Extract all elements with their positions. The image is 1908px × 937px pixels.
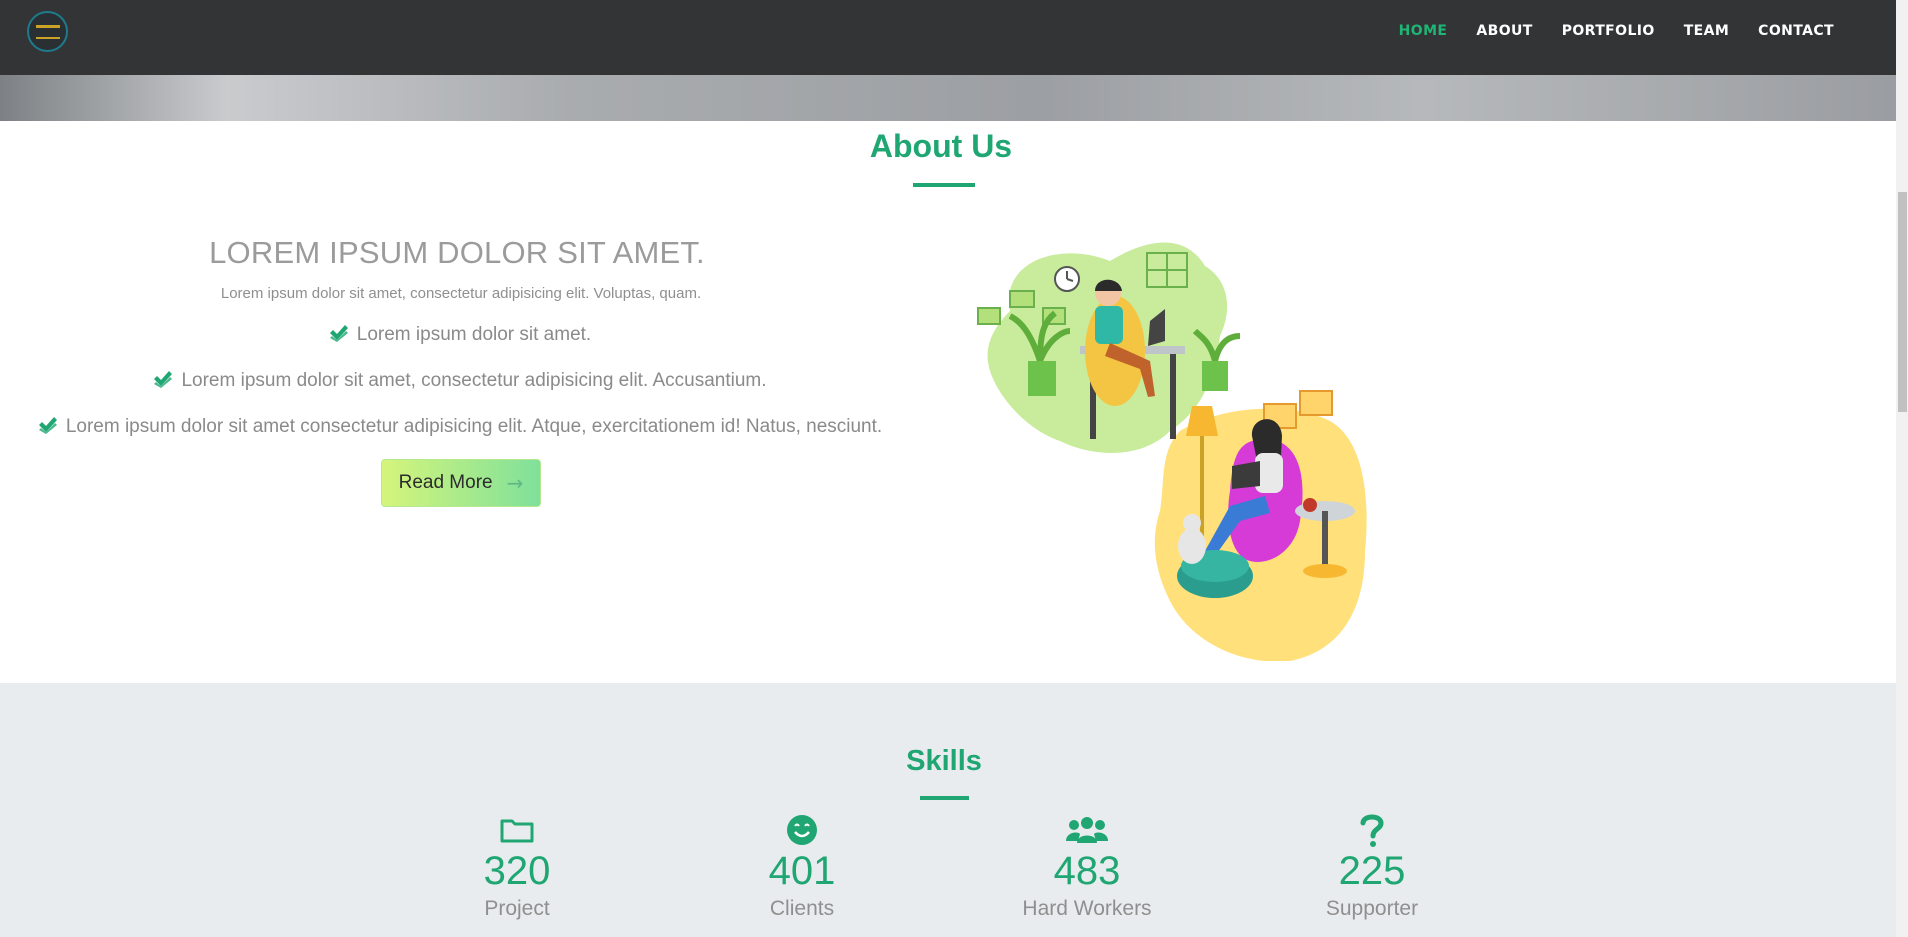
- check-list-item: Lorem ipsum dolor sit amet.: [0, 324, 920, 348]
- nav-link-contact[interactable]: CONTACT: [1758, 23, 1834, 39]
- stat-hard-workers: 483 Hard Workers: [987, 813, 1187, 921]
- check-icon: [38, 416, 58, 440]
- stat-label: Project: [484, 897, 550, 920]
- stat-label: Clients: [769, 897, 835, 920]
- stat-value: 320: [483, 849, 551, 893]
- stat-value: 225: [1338, 849, 1406, 893]
- skills-title-underline: [920, 796, 969, 800]
- check-list-item: Lorem ipsum dolor sit amet, consectetur …: [0, 370, 920, 394]
- skills-section: Skills 320 Project 401 Clients 483 Hard …: [0, 683, 1896, 937]
- check-text: Lorem ipsum dolor sit amet, consectetur …: [181, 370, 767, 391]
- nav-links: HOME ABOUT PORTFOLIO TEAM CONTACT: [1370, 0, 1834, 61]
- stat-label: Hard Workers: [1022, 897, 1152, 920]
- nav-link-portfolio[interactable]: PORTFOLIO: [1562, 23, 1655, 39]
- about-subline: Lorem ipsum dolor sit amet, consectetur …: [220, 285, 702, 302]
- nav-link-team[interactable]: TEAM: [1684, 23, 1729, 39]
- scrollbar-thumb[interactable]: [1898, 192, 1907, 412]
- brand-logo-icon[interactable]: [27, 11, 68, 52]
- about-headline: LOREM IPSUM DOLOR SIT AMET.: [209, 235, 705, 270]
- about-title-underline: [913, 183, 975, 187]
- nav-link-about[interactable]: ABOUT: [1476, 23, 1532, 39]
- skills-title: Skills: [906, 745, 982, 777]
- check-text: Lorem ipsum dolor sit amet.: [356, 324, 592, 345]
- stat-project: 320 Project: [417, 813, 617, 921]
- arrow-right-icon: →: [506, 471, 524, 495]
- read-more-label: Read More: [398, 472, 493, 493]
- check-icon: [329, 324, 349, 348]
- read-more-button[interactable]: Read More →: [381, 459, 541, 507]
- check-list-item: Lorem ipsum dolor sit amet consectetur a…: [0, 416, 920, 440]
- folder-icon: [417, 813, 617, 847]
- work-from-home-illustration: [970, 221, 1410, 662]
- stat-label: Supporter: [1325, 897, 1419, 920]
- about-title: About Us: [869, 128, 1013, 164]
- check-icon: [153, 370, 173, 394]
- nav-link-home[interactable]: HOME: [1399, 23, 1448, 39]
- stat-value: 401: [768, 849, 836, 893]
- navbar: HOME ABOUT PORTFOLIO TEAM CONTACT: [0, 0, 1896, 75]
- scrollbar-track[interactable]: [1896, 0, 1908, 937]
- about-section: About Us LOREM IPSUM DOLOR SIT AMET. Lor…: [0, 121, 1896, 683]
- stat-value: 483: [1053, 849, 1121, 893]
- smile-icon: [702, 813, 902, 847]
- stat-supporter: 225 Supporter: [1272, 813, 1472, 921]
- stat-clients: 401 Clients: [702, 813, 902, 921]
- question-icon: [1272, 813, 1472, 847]
- check-text: Lorem ipsum dolor sit amet consectetur a…: [65, 416, 883, 437]
- users-icon: [987, 813, 1187, 847]
